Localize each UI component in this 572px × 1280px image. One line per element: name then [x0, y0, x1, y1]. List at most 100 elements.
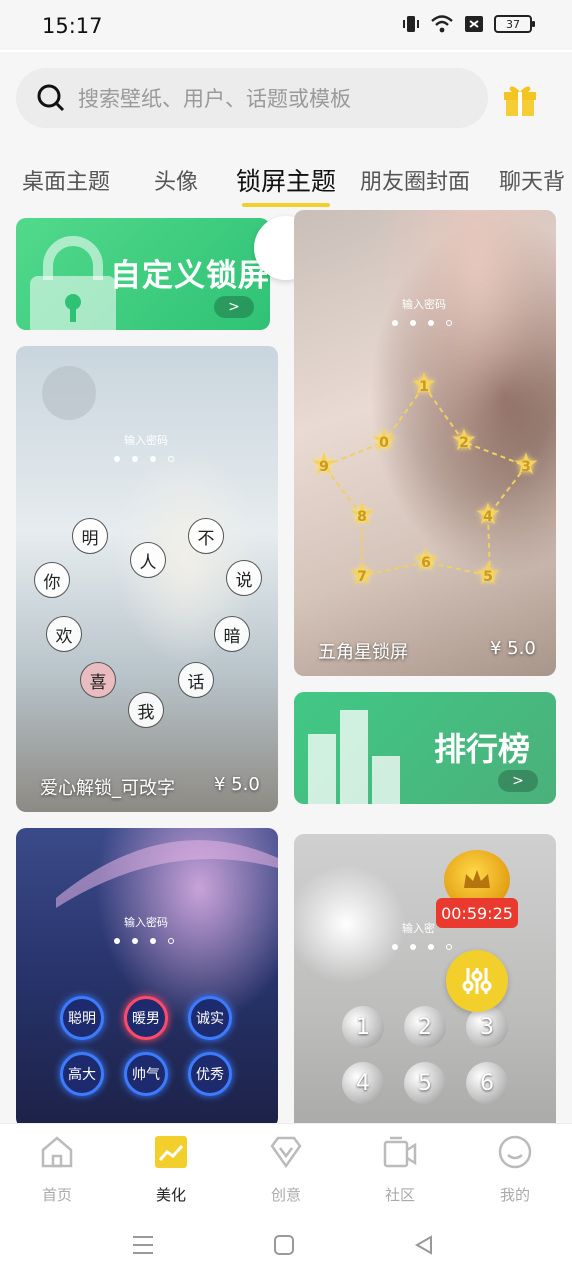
- star-key-9[interactable]: ★ 9: [307, 448, 341, 482]
- rank-bar-3: [372, 756, 400, 804]
- moon-decoration: [42, 366, 96, 420]
- heart-lock-price: ¥ 5.0: [214, 774, 260, 795]
- char-bubble-xi[interactable]: 喜: [80, 662, 116, 698]
- search-icon: [37, 84, 65, 112]
- system-nav-bar: [0, 1211, 572, 1280]
- tab-lockscreen-theme[interactable]: 锁屏主题: [236, 162, 337, 207]
- ranking-title: 排行榜: [434, 730, 531, 768]
- star-key-2[interactable]: ★ 2: [447, 424, 481, 458]
- tab-lockscreen-label: 锁屏主题: [236, 167, 337, 196]
- nav-creative[interactable]: 创意: [246, 1134, 326, 1205]
- star-key-7[interactable]: ★ 7: [345, 558, 379, 592]
- gift-icon[interactable]: [500, 78, 540, 118]
- neon-btn-nuannan[interactable]: 暖男: [124, 996, 168, 1040]
- star-lock-card[interactable]: 输入密码 ★ 1 ★ 2 ★ 3 ★ 4 ★ 5 ★ 6 ★ 7 ★ 8 ★ 9 ★ 0 五角星锁屏…: [294, 210, 556, 676]
- neon-lock-card[interactable]: 输入密码 聪明 暖男 诚实 高大 帅气 优秀: [16, 828, 278, 1123]
- custom-lock-banner[interactable]: 自定义锁屏 >: [16, 218, 270, 330]
- vibrate-icon: [403, 16, 419, 32]
- password-dots: [114, 938, 174, 944]
- keypad-6[interactable]: 6: [466, 1062, 508, 1104]
- chart-icon: [155, 1136, 187, 1168]
- password-label: 输入密码: [124, 434, 168, 447]
- active-tab-underline: [242, 203, 331, 207]
- smile-icon: [498, 1135, 532, 1169]
- star-pattern-lines: [322, 385, 528, 578]
- star-key-6[interactable]: ★ 6: [409, 544, 443, 578]
- filter-button[interactable]: [446, 950, 508, 1012]
- battery-icon: 37: [494, 15, 535, 33]
- nav-creative-label: 创意: [270, 1186, 301, 1204]
- nav-home-label: 首页: [41, 1186, 72, 1204]
- search-input[interactable]: 搜索壁纸、用户、话题或模板: [16, 68, 488, 128]
- star-key-0[interactable]: ★ 0: [367, 424, 401, 458]
- char-bubble-hua[interactable]: 话: [178, 662, 214, 698]
- content-feed: 自定义锁屏 > 输入密码 ★ 1 ★ 2 ★ 3 ★ 4 ★ 5 ★ 6 ★ 7 ★ 8 ★ 9 …: [0, 210, 572, 1123]
- star-lock-caption: 五角星锁屏: [318, 642, 408, 663]
- rank-bar-2: [340, 710, 368, 804]
- heart-lock-caption: 爱心解锁_可改字: [40, 778, 175, 799]
- char-bubble-ming[interactable]: 明: [72, 518, 108, 554]
- no-sim-icon: [465, 16, 483, 32]
- custom-lock-arrow: >: [214, 296, 254, 318]
- char-bubble-ni[interactable]: 你: [34, 562, 70, 598]
- heart-lock-card[interactable]: 输入密码 明 不 人 你 说 欢 暗 喜 话 我 爱心解锁_可改字 ¥ 5.0: [16, 346, 278, 812]
- password-label: 输入密码: [124, 916, 168, 929]
- status-icons: 37: [402, 14, 535, 34]
- neon-btn-chengshi[interactable]: 诚实: [188, 996, 232, 1040]
- char-bubble-wo[interactable]: 我: [128, 692, 164, 728]
- star-key-3[interactable]: ★ 3: [509, 448, 543, 482]
- menu-icon[interactable]: [132, 1235, 154, 1255]
- ranking-banner[interactable]: 排行榜 >: [294, 692, 556, 804]
- neon-btn-congming[interactable]: 聪明: [60, 996, 104, 1040]
- tab-avatar[interactable]: 头像: [154, 164, 198, 196]
- reward-timer: 00:59:25: [436, 898, 518, 928]
- lock-icon: [30, 236, 116, 330]
- star-key-1[interactable]: ★ 1: [407, 368, 441, 402]
- nav-mine-label: 我的: [499, 1186, 530, 1204]
- nav-beautify[interactable]: 美化: [131, 1134, 211, 1205]
- ranking-arrow: >: [498, 770, 538, 792]
- search-placeholder: 搜索壁纸、用户、话题或模板: [78, 87, 351, 111]
- char-bubble-bu[interactable]: 不: [188, 518, 224, 554]
- nav-community-label: 社区: [384, 1186, 415, 1204]
- waterdrop-lock-card[interactable]: 输入密 1 2 3 4 5 6: [294, 834, 556, 1123]
- back-icon[interactable]: [414, 1235, 434, 1255]
- nav-community[interactable]: 社区: [360, 1134, 440, 1205]
- home-icon: [41, 1136, 73, 1168]
- custom-lock-title: 自定义锁屏: [110, 258, 270, 294]
- tab-moments-cover[interactable]: 朋友圈封面: [360, 164, 470, 196]
- keypad-5[interactable]: 5: [404, 1062, 446, 1104]
- star-key-8[interactable]: ★ 8: [345, 498, 379, 532]
- password-label: 输入密: [402, 922, 435, 935]
- status-bar: 15:17 37: [0, 0, 572, 50]
- star-lock-price: ¥ 5.0: [490, 638, 536, 659]
- nav-home[interactable]: 首页: [17, 1134, 97, 1205]
- keypad-1[interactable]: 1: [342, 1006, 384, 1048]
- neon-btn-youxiu[interactable]: 优秀: [188, 1052, 232, 1096]
- status-time: 15:17: [42, 14, 103, 38]
- tab-chat-background[interactable]: 聊天背: [499, 164, 565, 196]
- diamond-icon: [270, 1136, 302, 1169]
- password-dots: [392, 944, 452, 950]
- video-icon: [383, 1136, 417, 1168]
- bottom-nav: 首页 美化 创意 社区 我的: [0, 1123, 572, 1211]
- char-bubble-ren[interactable]: 人: [130, 542, 166, 578]
- wifi-icon: [431, 15, 453, 33]
- char-bubble-shuo[interactable]: 说: [226, 560, 262, 596]
- char-bubble-an[interactable]: 暗: [214, 616, 250, 652]
- nav-mine[interactable]: 我的: [475, 1134, 555, 1205]
- keypad-4[interactable]: 4: [342, 1062, 384, 1104]
- neon-btn-gaoda[interactable]: 高大: [60, 1052, 104, 1096]
- keypad-3[interactable]: 3: [466, 1006, 508, 1048]
- star-key-4[interactable]: ★ 4: [471, 498, 505, 532]
- neon-btn-shuaiqi[interactable]: 帅气: [124, 1052, 168, 1096]
- rank-bar-1: [308, 734, 336, 804]
- nav-beautify-label: 美化: [155, 1186, 186, 1204]
- star-key-5[interactable]: ★ 5: [471, 558, 505, 592]
- tab-desktop-theme[interactable]: 桌面主题: [22, 164, 110, 196]
- sliders-icon: [462, 968, 492, 994]
- char-bubble-huan[interactable]: 欢: [46, 616, 82, 652]
- keypad-2[interactable]: 2: [404, 1006, 446, 1048]
- category-tabs: 桌面主题 头像 锁屏主题 朋友圈封面 聊天背: [0, 152, 572, 210]
- home-square-icon[interactable]: [274, 1235, 294, 1255]
